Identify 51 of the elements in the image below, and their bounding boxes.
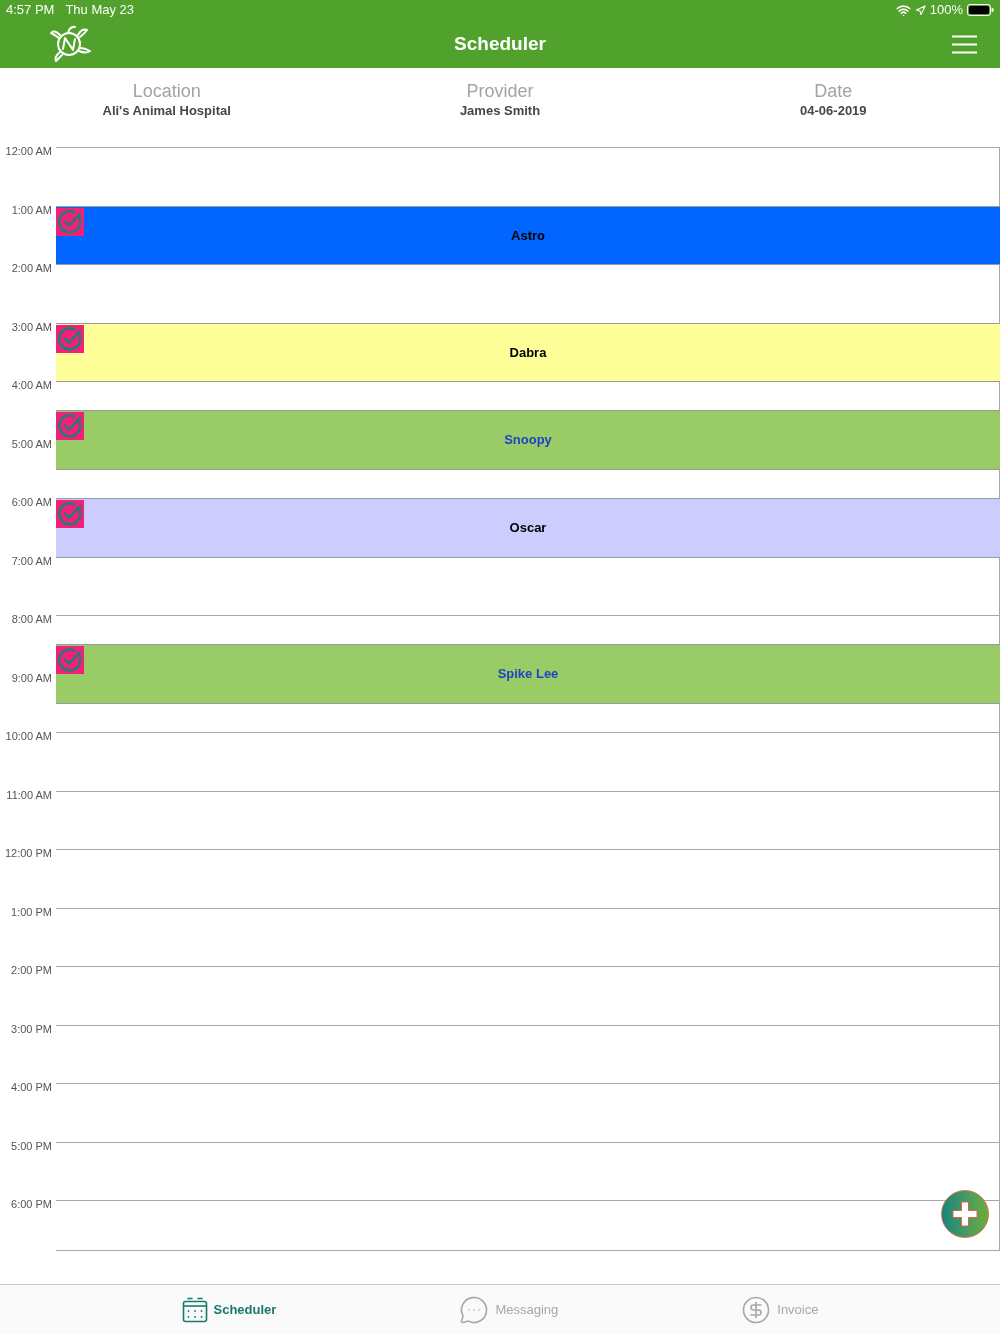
time-label: 12:00 PM [4,848,52,859]
appointment-block[interactable]: Snoopy [56,410,1000,470]
location-arrow-icon [914,4,926,16]
info-label: Location [132,80,201,102]
time-label: 6:00 AM [11,497,52,508]
plus-icon [952,1201,978,1227]
appointment-block[interactable]: Astro [56,205,1000,265]
chat-bubble-icon [459,1294,490,1325]
menu-icon[interactable] [952,34,977,54]
time-label: 8:00 AM [11,614,52,625]
tab-button[interactable]: Invoice [741,1294,819,1325]
time-label: 3:00 PM [11,1023,52,1035]
check-circle-icon[interactable] [56,412,84,441]
turtle-icon [48,24,92,64]
status-date: Thu May 23 [65,1,135,20]
info-label: Date [814,80,853,102]
check-circle-icon[interactable] [56,646,84,675]
tab-button[interactable]: Scheduler [181,1296,277,1323]
time-label: 5:00 AM [11,438,52,450]
appointment-block[interactable]: Oscar [56,498,1000,558]
battery-percent: 100% [929,1,963,20]
check-circle-icon[interactable] [56,207,84,236]
battery-icon [967,4,994,16]
time-label: 11:00 AM [6,789,52,801]
time-label: 12:00 AM [5,146,52,157]
check-circle-icon[interactable] [56,500,84,528]
time-label: 5:00 PM [11,1140,52,1152]
dollar-circle-icon [741,1294,772,1325]
header-title: Scheduler [454,31,546,56]
time-label: 10:00 AM [5,731,52,742]
check-circle-icon[interactable] [56,324,84,353]
appointment-block[interactable]: Spike Lee [56,644,1000,704]
time-label: 9:00 AM [11,672,52,684]
time-label: 1:00 PM [11,906,52,918]
time-label: 2:00 PM [11,965,52,976]
info-label: Provider [466,80,534,102]
time-label: 1:00 AM [11,204,52,216]
time-label: 4:00 AM [11,380,52,391]
status-time: 4:57 PM [6,1,55,20]
time-label: 2:00 AM [11,263,52,274]
tab-button[interactable]: Messaging [459,1294,559,1325]
time-label: 7:00 AM [11,555,52,567]
appointment-block[interactable]: Dabra [56,322,1000,382]
info-value: James Smith [459,102,541,120]
wifi-icon [895,2,911,18]
time-label: 4:00 PM [11,1082,52,1093]
time-label: 6:00 PM [11,1199,52,1210]
calendar-icon [181,1296,208,1323]
info-value: Ali's Animal Hospital [102,102,231,120]
time-label: 3:00 AM [11,321,52,333]
info-value: 04-06-2019 [800,102,867,120]
